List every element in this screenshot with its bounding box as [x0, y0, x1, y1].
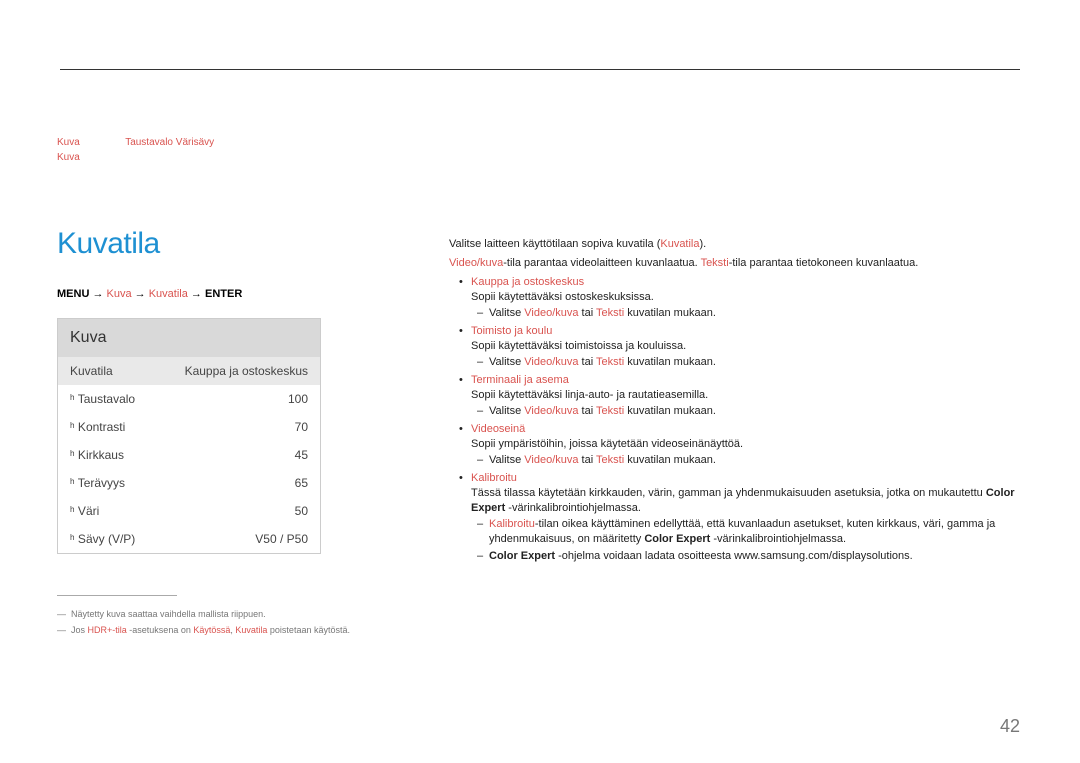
- content-p1: Valitse laitteen käyttötilaan sopiva kuv…: [449, 237, 1020, 252]
- breadcrumb-kuvatila: Kuvatila: [149, 288, 188, 300]
- sub-item: Valitse Video/kuva tai Teksti kuvatilan …: [471, 306, 1020, 321]
- footnotes: ― Näytetty kuva saattaa vaihdella mallis…: [57, 595, 417, 638]
- breadcrumb-enter: ENTER: [205, 288, 242, 300]
- panel-row-kuvatila: Kuvatila Kauppa ja ostoskeskus: [58, 357, 320, 385]
- breadcrumb: MENU → Kuva → Kuvatila → ENTER: [57, 288, 242, 300]
- item-videoseina: Videoseinä Sopii ympäristöihin, joissa k…: [449, 422, 1020, 468]
- sub-item: Valitse Video/kuva tai Teksti kuvatilan …: [471, 355, 1020, 370]
- sub-item: Valitse Video/kuva tai Teksti kuvatilan …: [471, 404, 1020, 419]
- panel-label: Kuvatila: [70, 364, 113, 378]
- intro-hl-kuva2: Kuva: [57, 152, 80, 163]
- item-kauppa: Kauppa ja ostoskeskus Sopii käytettäväks…: [449, 275, 1020, 321]
- footnote-rule: [57, 595, 177, 596]
- page: Kuva xxxxxxxx Taustavalo Värisävy Kuva K…: [0, 0, 1080, 763]
- panel-row: ʰ Väri 50: [58, 497, 320, 525]
- panel-value: 100: [288, 392, 308, 406]
- panel-value: Kauppa ja ostoskeskus: [185, 364, 308, 378]
- content-list: Kauppa ja ostoskeskus Sopii käytettäväks…: [449, 275, 1020, 564]
- panel-value: 70: [295, 420, 308, 434]
- breadcrumb-kuva: Kuva: [107, 288, 132, 300]
- intro-hl-taustavalo: Taustavalo: [125, 137, 173, 148]
- footnote-2: ― Jos HDR+-tila -asetuksena on Käytössä,…: [57, 622, 417, 638]
- sub-item: Color Expert -ohjelma voidaan ladata oso…: [471, 549, 1020, 564]
- intro-hl-kuva: Kuva: [57, 137, 80, 148]
- content-p2: Video/kuva-tila parantaa videolaitteen k…: [449, 256, 1020, 271]
- sub-item: Kalibroitu-tilan oikea käyttäminen edell…: [471, 517, 1020, 547]
- panel-value: 50: [295, 504, 308, 518]
- item-terminaali: Terminaali ja asema Sopii käytettäväksi …: [449, 373, 1020, 419]
- panel-row: ʰ Sävy (V/P) V50 / P50: [58, 525, 320, 553]
- panel-label: ʰ Kontrasti: [70, 420, 125, 434]
- panel-row: ʰ Taustavalo 100: [58, 385, 320, 413]
- panel-label: ʰ Taustavalo: [70, 392, 135, 406]
- panel-value: 65: [295, 476, 308, 490]
- panel-label: ʰ Terävyys: [70, 476, 125, 490]
- intro-hl-varisavy: Värisävy: [176, 137, 214, 148]
- header-rule: [60, 69, 1020, 70]
- panel-label: ʰ Kirkkaus: [70, 448, 124, 462]
- content: Valitse laitteen käyttötilaan sopiva kuv…: [449, 237, 1020, 567]
- panel-value: V50 / P50: [255, 532, 308, 546]
- item-toimisto: Toimisto ja koulu Sopii käytettäväksi to…: [449, 324, 1020, 370]
- section-title: Kuvatila: [57, 227, 160, 261]
- panel-row: ʰ Kirkkaus 45: [58, 441, 320, 469]
- footnote-1: ― Näytetty kuva saattaa vaihdella mallis…: [57, 606, 417, 622]
- panel-header: Kuva: [58, 319, 320, 357]
- panel-row: ʰ Terävyys 65: [58, 469, 320, 497]
- settings-panel: Kuva Kuvatila Kauppa ja ostoskeskus ʰ Ta…: [57, 318, 321, 554]
- panel-label: ʰ Sävy (V/P): [70, 532, 135, 546]
- sub-item: Valitse Video/kuva tai Teksti kuvatilan …: [471, 453, 1020, 468]
- panel-value: 45: [295, 448, 308, 462]
- panel-row: ʰ Kontrasti 70: [58, 413, 320, 441]
- panel-label: ʰ Väri: [70, 504, 99, 518]
- item-kalibroitu: Kalibroitu Tässä tilassa käytetään kirkk…: [449, 471, 1020, 564]
- page-number: 42: [1000, 716, 1020, 737]
- breadcrumb-menu: MENU: [57, 288, 89, 300]
- intro-text: Kuva xxxxxxxx Taustavalo Värisävy Kuva: [57, 135, 457, 165]
